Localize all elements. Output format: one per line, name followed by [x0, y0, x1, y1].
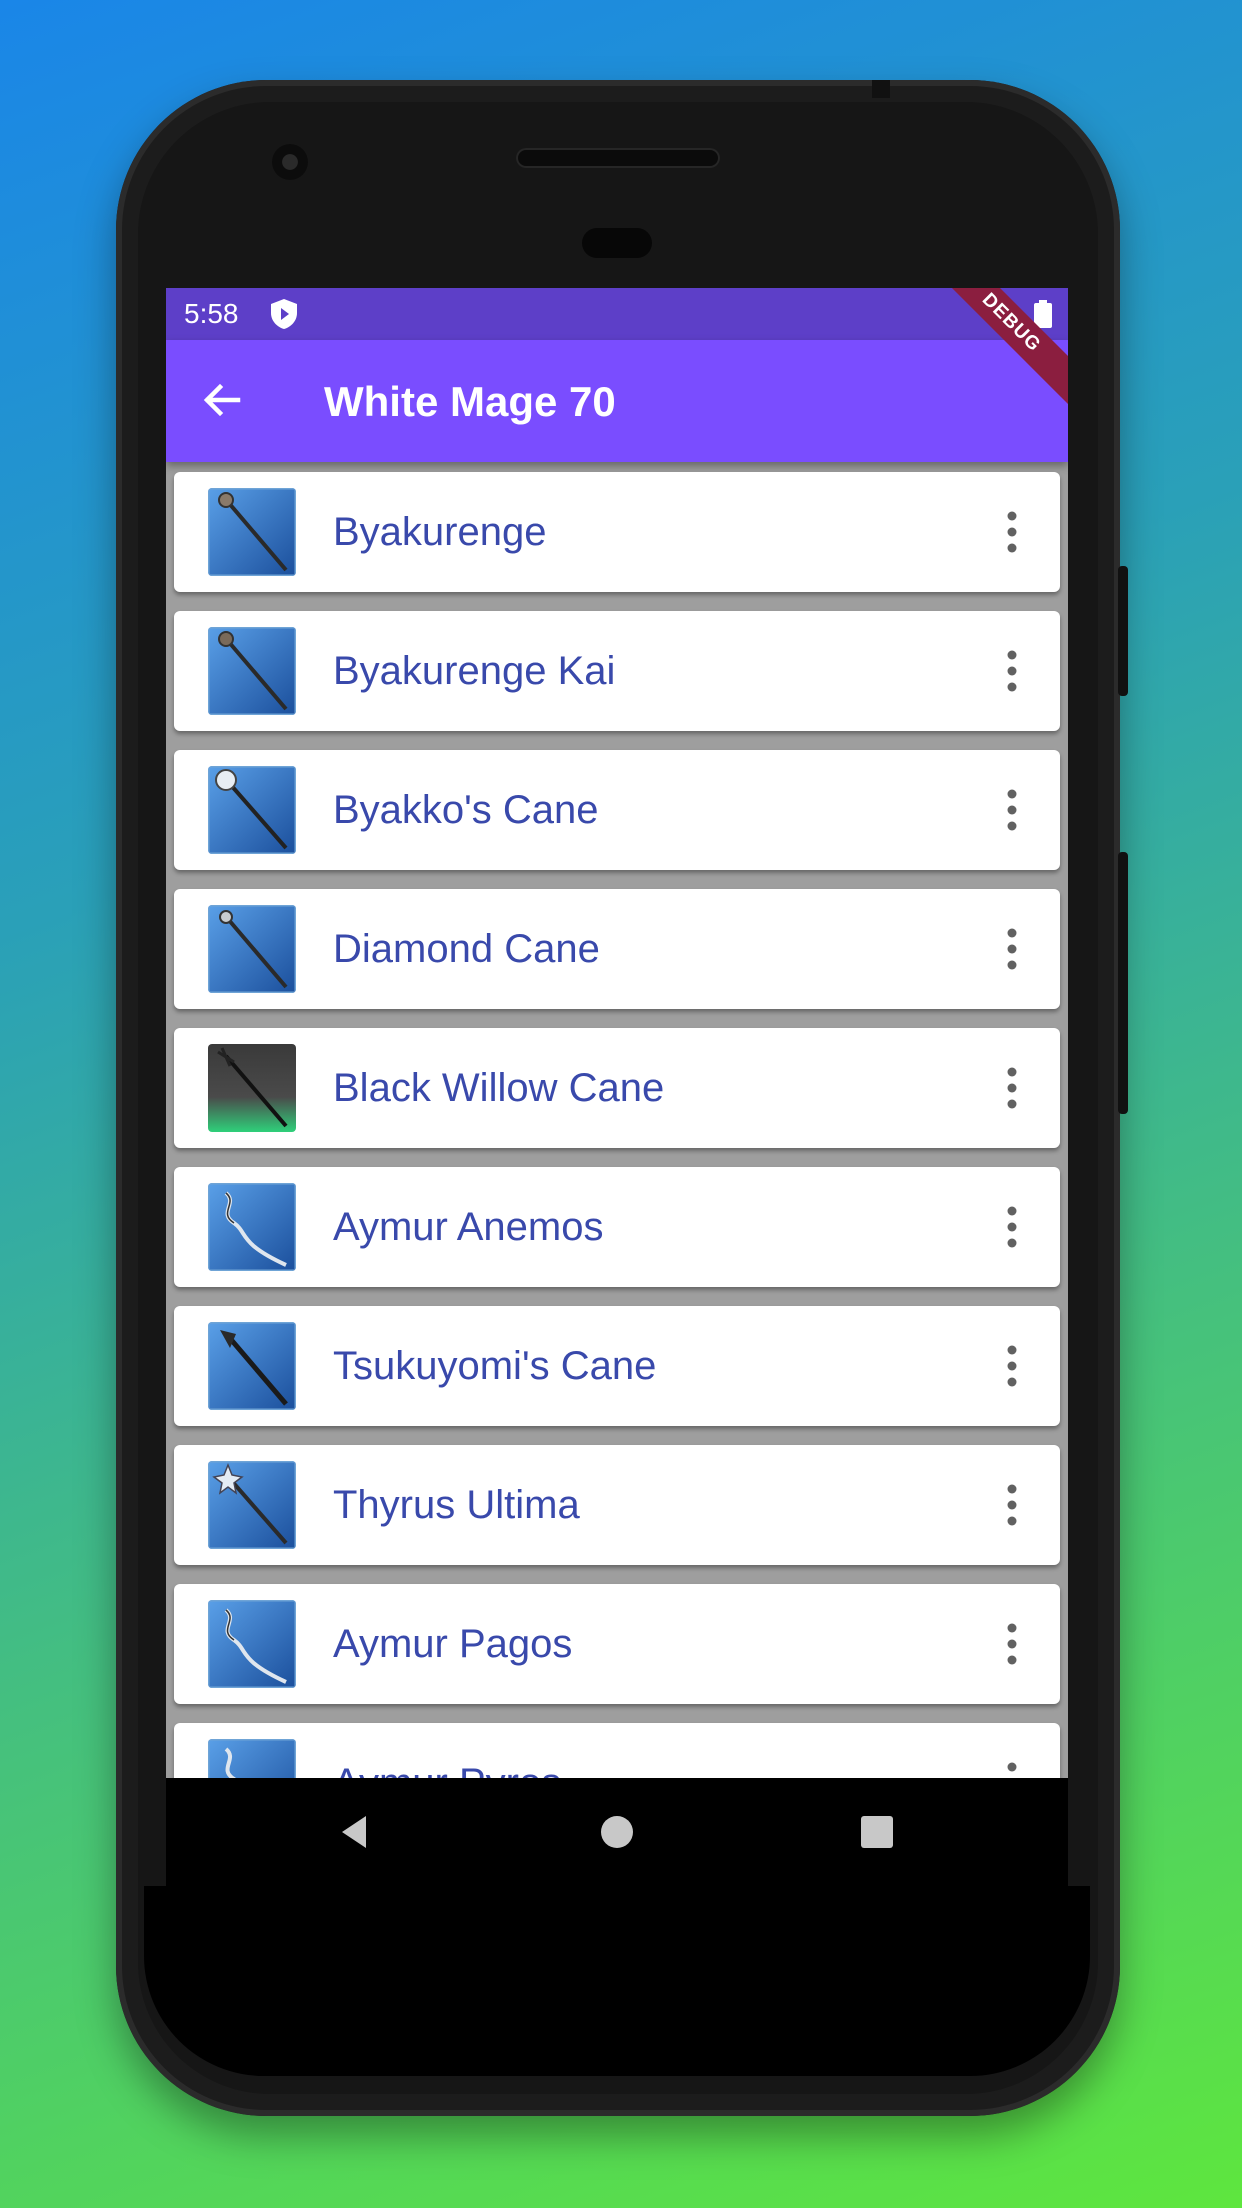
list-item[interactable]: Thyrus Ultima [174, 1445, 1060, 1565]
item-label: Byakko's Cane [333, 788, 599, 832]
front-camera [272, 144, 308, 180]
more-vert-icon[interactable] [1004, 1066, 1020, 1110]
more-vert-icon[interactable] [1004, 927, 1020, 971]
page-title: White Mage 70 [324, 378, 616, 425]
staff-icon [208, 1322, 296, 1410]
staff-icon [208, 1461, 296, 1549]
item-label: Black Willow Cane [333, 1066, 665, 1110]
back-arrow-icon[interactable] [200, 378, 244, 422]
proximity-sensor [582, 228, 652, 258]
item-label: Byakurenge [333, 510, 547, 554]
list-item[interactable]: Black Willow Cane [174, 1028, 1060, 1148]
app-bar: White Mage 70 [166, 340, 1068, 462]
app-screen: 5:58 White Mage 70 DEBUG Byakurenge Byak… [166, 288, 1068, 1886]
antenna-band [872, 80, 890, 98]
staff-icon [208, 766, 296, 854]
more-vert-icon[interactable] [1004, 510, 1020, 554]
play-protect-icon [271, 299, 297, 329]
earpiece-speaker [516, 148, 720, 168]
list-item[interactable]: Aymur Anemos [174, 1167, 1060, 1287]
more-vert-icon[interactable] [1004, 1483, 1020, 1527]
more-vert-icon[interactable] [1004, 1205, 1020, 1249]
phone-chin [144, 1886, 1090, 2076]
list-item[interactable]: Byakurenge [174, 472, 1060, 592]
nav-home-icon[interactable] [597, 1812, 637, 1852]
staff-icon [208, 1600, 296, 1688]
more-vert-icon[interactable] [1004, 788, 1020, 832]
list-item[interactable]: Aymur Pagos [174, 1584, 1060, 1704]
status-time: 5:58 [184, 298, 239, 329]
staff-icon [208, 627, 296, 715]
staff-icon [208, 905, 296, 993]
nav-recents-icon[interactable] [857, 1812, 897, 1852]
power-button [1118, 852, 1128, 1114]
system-navigation-bar [166, 1778, 1068, 1886]
item-label: Diamond Cane [333, 927, 600, 971]
staff-icon [208, 1044, 296, 1132]
nav-back-icon[interactable] [334, 1812, 374, 1852]
more-vert-icon[interactable] [1004, 1622, 1020, 1666]
staff-icon [208, 488, 296, 576]
more-vert-icon[interactable] [1004, 649, 1020, 693]
item-label: Thyrus Ultima [333, 1483, 580, 1527]
list-item[interactable]: Diamond Cane [174, 889, 1060, 1009]
item-label: Aymur Anemos [333, 1205, 604, 1249]
item-label: Aymur Pagos [333, 1622, 573, 1666]
list-item[interactable]: Byakko's Cane [174, 750, 1060, 870]
item-label: Byakurenge Kai [333, 649, 616, 693]
list-item[interactable]: Tsukuyomi's Cane [174, 1306, 1060, 1426]
status-bar: 5:58 [166, 288, 1068, 340]
item-label: Tsukuyomi's Cane [333, 1344, 657, 1388]
volume-button [1118, 566, 1128, 696]
more-vert-icon[interactable] [1004, 1344, 1020, 1388]
staff-icon [208, 1183, 296, 1271]
list-item[interactable]: Byakurenge Kai [174, 611, 1060, 731]
